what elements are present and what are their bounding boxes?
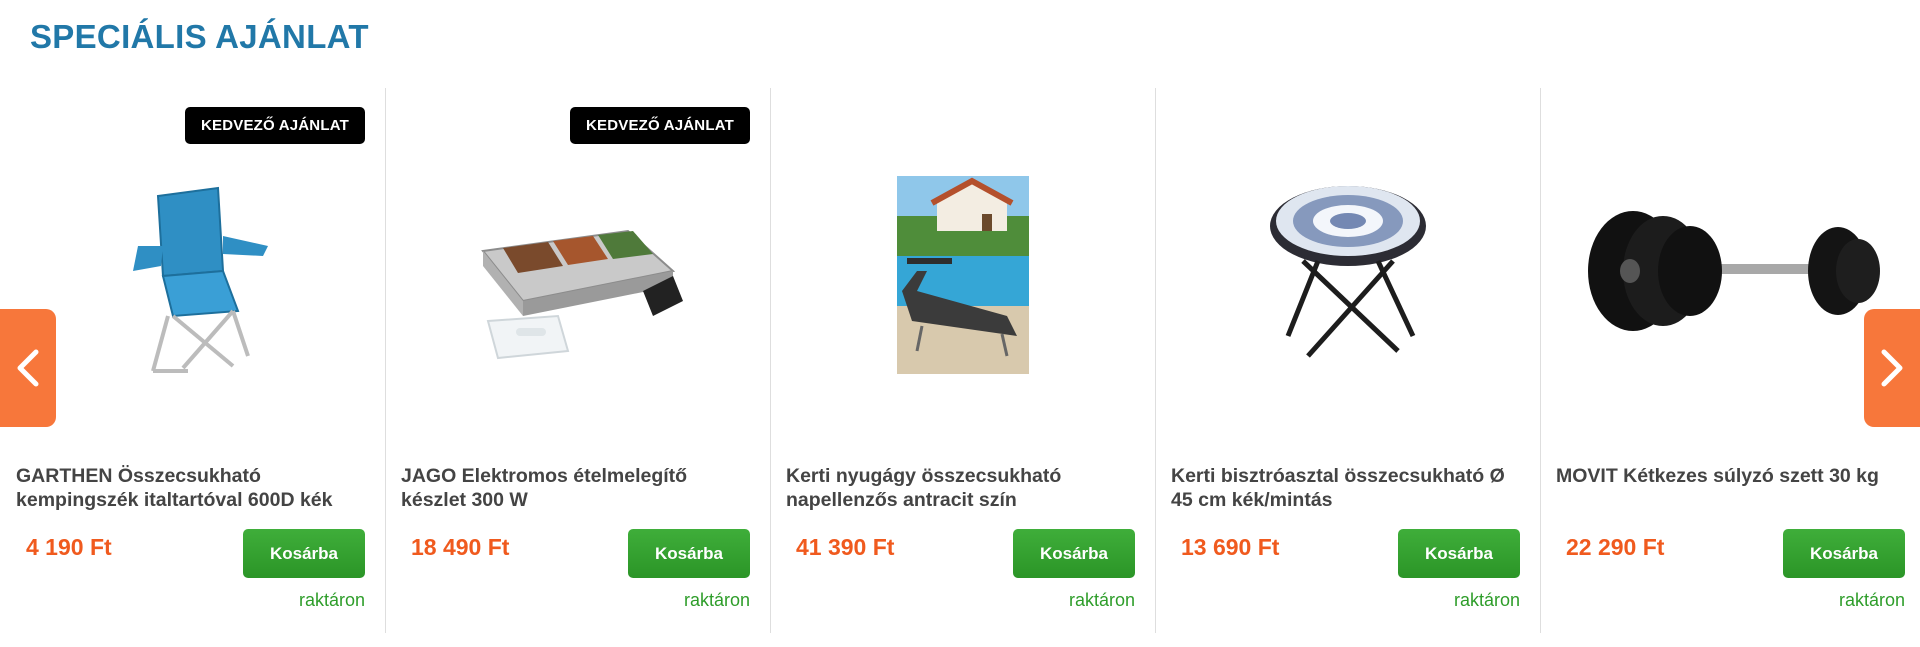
- add-to-cart-button[interactable]: Kosárba: [1398, 529, 1520, 578]
- product-name[interactable]: Kerti nyugágy összecsukható napellenzős …: [786, 464, 1131, 512]
- product-price: 41 390 Ft: [796, 534, 895, 560]
- carousel-prev-button[interactable]: [0, 309, 56, 427]
- add-to-cart-button[interactable]: Kosárba: [628, 529, 750, 578]
- product-card[interactable]: Kerti nyugágy összecsukható napellenzős …: [770, 88, 1156, 633]
- stock-status: raktáron: [1453, 590, 1520, 610]
- product-price: 4 190 Ft: [26, 534, 112, 560]
- product-price: 18 490 Ft: [411, 534, 510, 560]
- bistro-table-image: [1269, 186, 1426, 358]
- product-card[interactable]: MOVIT Kétkezes súlyzó szett 30 kg 22 290…: [1540, 88, 1920, 633]
- add-to-cart-button[interactable]: Kosárba: [1013, 529, 1135, 578]
- stock-status: raktáron: [1068, 590, 1135, 610]
- carousel-next-button[interactable]: [1864, 309, 1920, 427]
- product-image[interactable]: [1540, 176, 1920, 376]
- product-image[interactable]: [770, 176, 1155, 376]
- product-image[interactable]: [0, 176, 385, 376]
- product-name[interactable]: GARTHEN Összecsukható kempingszék italta…: [16, 464, 361, 512]
- product-image[interactable]: [385, 176, 770, 376]
- product-carousel: KEDVEZŐ AJÁNLAT GARTHEN Összecsukható ke…: [0, 88, 1920, 633]
- product-card[interactable]: Kerti bisztróasztal összecsukható Ø 45 c…: [1155, 88, 1541, 633]
- camping-chair-image: [132, 186, 268, 373]
- section-title: SPECIÁLIS AJÁNLAT: [30, 18, 369, 55]
- product-price: 13 690 Ft: [1181, 534, 1280, 560]
- sun-lounger-image: [896, 176, 1029, 374]
- product-price: 22 290 Ft: [1566, 534, 1665, 560]
- product-image[interactable]: [1155, 176, 1540, 376]
- stock-status: raktáron: [1838, 590, 1905, 610]
- barbell-set-image: [1587, 211, 1880, 331]
- food-warmer-image: [480, 229, 683, 360]
- chevron-left-icon: [17, 349, 39, 387]
- product-name[interactable]: MOVIT Kétkezes súlyzó szett 30 kg: [1556, 464, 1901, 488]
- product-name[interactable]: Kerti bisztróasztal összecsukható Ø 45 c…: [1171, 464, 1516, 512]
- product-card[interactable]: KEDVEZŐ AJÁNLAT JAGO Elektromos ételmele…: [385, 88, 771, 633]
- offer-badge: KEDVEZŐ AJÁNLAT: [569, 107, 750, 144]
- add-to-cart-button[interactable]: Kosárba: [243, 529, 365, 578]
- chevron-right-icon: [1881, 349, 1903, 387]
- product-name[interactable]: JAGO Elektromos ételmelegítő készlet 300…: [401, 464, 746, 512]
- stock-status: raktáron: [298, 590, 365, 610]
- add-to-cart-button[interactable]: Kosárba: [1783, 529, 1905, 578]
- offer-badge: KEDVEZŐ AJÁNLAT: [184, 107, 365, 144]
- stock-status: raktáron: [683, 590, 750, 610]
- product-card[interactable]: KEDVEZŐ AJÁNLAT GARTHEN Összecsukható ke…: [0, 88, 386, 633]
